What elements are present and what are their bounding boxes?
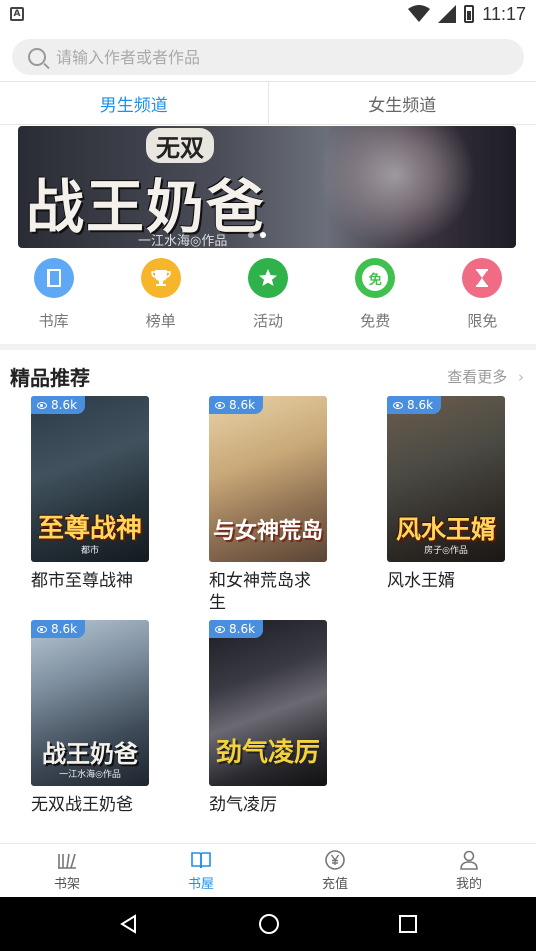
- star-icon: [248, 258, 288, 298]
- status-time: 11:17: [482, 3, 526, 24]
- view-count: 8.6k: [407, 398, 434, 412]
- view-count-badge: 8.6k: [31, 396, 86, 414]
- view-count-badge: 8.6k: [31, 620, 86, 638]
- home-circle-icon[interactable]: [257, 912, 281, 936]
- hourglass-icon: [462, 258, 503, 298]
- eye-icon: [37, 401, 47, 409]
- see-more-link[interactable]: 查看更多 ›: [447, 366, 524, 387]
- nav-mine[interactable]: 我的: [402, 844, 536, 897]
- nav-bookhouse[interactable]: 书屋: [134, 844, 268, 897]
- person-icon: [460, 850, 478, 870]
- view-count: 8.6k: [229, 622, 256, 636]
- category-label: 榜单: [145, 312, 176, 330]
- eye-icon: [37, 625, 47, 633]
- cover-title-art: 与女神荒岛: [213, 518, 324, 544]
- book-card[interactable]: 8.6k 至尊战神 都市 都市至尊战神: [31, 396, 149, 592]
- tab-male-channel[interactable]: 男生频道: [0, 82, 268, 124]
- section-title: 精品推荐: [10, 366, 90, 390]
- yen-icon: [325, 850, 345, 870]
- book-cover: 8.6k 劲气凌厉: [209, 620, 327, 786]
- signal-icon: [438, 5, 457, 23]
- category-limited-free[interactable]: 限免: [429, 258, 536, 338]
- book-icon: [33, 258, 74, 298]
- book-card[interactable]: 8.6k 风水王婿 房子◎作品 风水王婿: [387, 396, 505, 592]
- eye-icon: [215, 401, 225, 409]
- view-count: 8.6k: [51, 622, 78, 636]
- category-label: 限免: [467, 312, 498, 330]
- book-cover: 8.6k 风水王婿 房子◎作品: [387, 396, 505, 562]
- nav-label: 书架: [53, 877, 80, 892]
- carousel-dot-active[interactable]: [260, 232, 266, 238]
- book-title: 无双战王奶爸: [31, 795, 133, 815]
- book-cover: 8.6k 至尊战神 都市: [31, 396, 149, 562]
- nav-recharge[interactable]: 充值: [268, 844, 402, 897]
- book-title: 风水王婿: [387, 571, 455, 591]
- category-events[interactable]: 活动: [214, 258, 321, 338]
- eye-icon: [215, 625, 225, 633]
- category-label: 活动: [253, 312, 284, 330]
- cover-title-art: 战王奶爸: [42, 739, 138, 768]
- carousel-dot[interactable]: [248, 232, 254, 238]
- book-card[interactable]: 8.6k 劲气凌厉 劲气凌厉: [209, 620, 327, 816]
- cover-author-art: 一江水海◎作品: [59, 770, 121, 780]
- banner-carousel[interactable]: 无双 战王奶爸 一江水海◎作品: [18, 126, 516, 248]
- battery-icon: [464, 5, 475, 23]
- open-book-icon: [191, 852, 211, 869]
- view-count-badge: 8.6k: [209, 396, 264, 414]
- eye-icon: [393, 401, 403, 409]
- free-badge-glyph: 免: [362, 265, 389, 291]
- category-library[interactable]: 书库: [0, 258, 107, 338]
- cover-author-art: 房子◎作品: [424, 546, 468, 556]
- view-count: 8.6k: [229, 398, 256, 412]
- chevron-right-icon: ›: [518, 368, 524, 386]
- nav-label: 书屋: [187, 877, 214, 892]
- wifi-icon: [408, 5, 431, 22]
- book-card[interactable]: 8.6k 与女神荒岛 和女神荒岛求生: [209, 396, 327, 614]
- recents-square-icon[interactable]: [398, 914, 418, 934]
- bottom-nav: 书架 书屋 充值 我的: [0, 843, 536, 897]
- book-card[interactable]: 8.6k 战王奶爸 一江水海◎作品 无双战王奶爸: [31, 620, 149, 816]
- search-input[interactable]: [56, 47, 456, 67]
- system-nav-bar: [0, 897, 536, 951]
- see-more-label: 查看更多: [447, 368, 508, 386]
- category-row: 书库 榜单 活动 免 免费 限免: [0, 258, 536, 338]
- cover-title-art: 劲气凌厉: [215, 738, 320, 768]
- channel-tabs: 男生频道 女生频道: [0, 81, 536, 125]
- banner-subtitle: 一江水海◎作品: [138, 234, 228, 248]
- cover-author-art: 都市: [80, 546, 99, 556]
- book-cover: 8.6k 与女神荒岛: [209, 396, 327, 562]
- search-bar[interactable]: [12, 39, 524, 75]
- book-cover: 8.6k 战王奶爸 一江水海◎作品: [31, 620, 149, 786]
- category-label: 免费: [360, 312, 391, 330]
- cover-title-art: 风水王婿: [395, 515, 496, 544]
- banner-top-text: 无双: [146, 128, 214, 163]
- bookshelf-icon: [58, 853, 76, 869]
- trophy-icon: [140, 258, 181, 298]
- view-count: 8.6k: [51, 398, 78, 412]
- category-ranking[interactable]: 榜单: [107, 258, 214, 338]
- status-bar: A 11:17: [0, 0, 536, 28]
- back-triangle-icon[interactable]: [118, 913, 140, 935]
- section-divider: [0, 344, 536, 350]
- carousel-dots: [248, 232, 266, 238]
- nav-label: 充值: [321, 877, 348, 892]
- category-free[interactable]: 免 免费: [322, 258, 429, 338]
- nav-bookshelf[interactable]: 书架: [0, 844, 134, 897]
- book-title: 都市至尊战神: [31, 571, 133, 591]
- search-icon: [28, 48, 46, 66]
- tab-female-channel[interactable]: 女生频道: [267, 82, 536, 124]
- cover-title-art: 至尊战神: [37, 514, 142, 544]
- view-count-badge: 8.6k: [387, 396, 442, 414]
- book-title: 和女神荒岛求生: [209, 571, 311, 613]
- nav-label: 我的: [455, 877, 482, 892]
- book-title: 劲气凌厉: [209, 795, 277, 815]
- category-label: 书库: [38, 312, 69, 330]
- view-count-badge: 8.6k: [209, 620, 264, 638]
- notification-a-icon: A: [10, 7, 24, 21]
- free-badge-icon: 免: [355, 258, 396, 298]
